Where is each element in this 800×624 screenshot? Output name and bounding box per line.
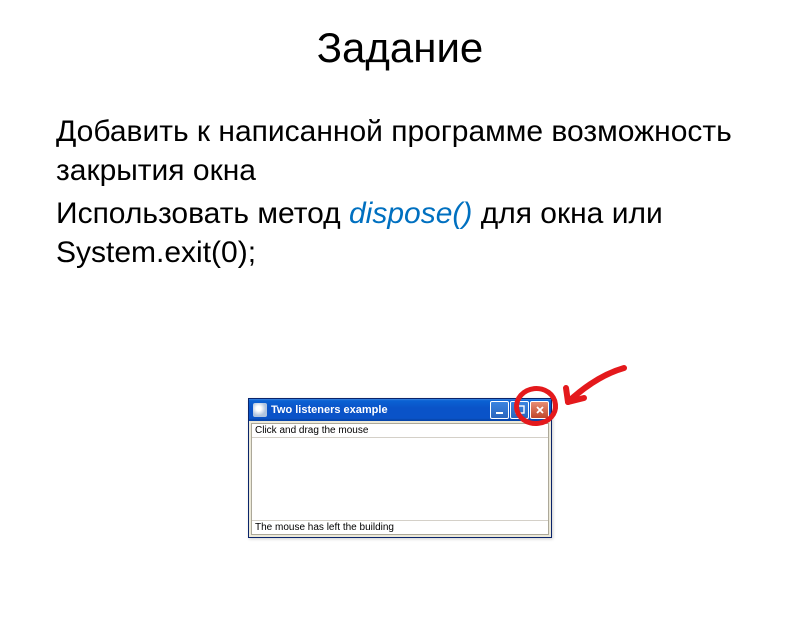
paragraph-2: Использовать метод dispose() для окна ил…	[56, 194, 744, 272]
example-window: Two listeners example Click and drag the…	[248, 398, 552, 538]
client-area: Click and drag the mouse The mouse has l…	[251, 423, 549, 535]
java-icon	[253, 403, 267, 417]
maximize-button[interactable]	[510, 401, 529, 419]
titlebar[interactable]: Two listeners example	[249, 399, 551, 421]
window-title: Two listeners example	[271, 404, 490, 416]
paragraph-1: Добавить к написанной программе возможно…	[56, 112, 744, 190]
slide-title: Задание	[0, 24, 800, 72]
annotation-arrow	[556, 362, 636, 422]
method-name: dispose()	[349, 197, 472, 230]
close-button[interactable]	[530, 401, 549, 419]
slide-content: Добавить к написанной программе возможно…	[0, 112, 800, 272]
client-bottom-text: The mouse has left the building	[252, 520, 548, 534]
client-middle	[252, 438, 548, 520]
client-top-text: Click and drag the mouse	[252, 424, 548, 438]
minimize-button[interactable]	[490, 401, 509, 419]
para2-prefix: Использовать метод	[56, 197, 349, 230]
